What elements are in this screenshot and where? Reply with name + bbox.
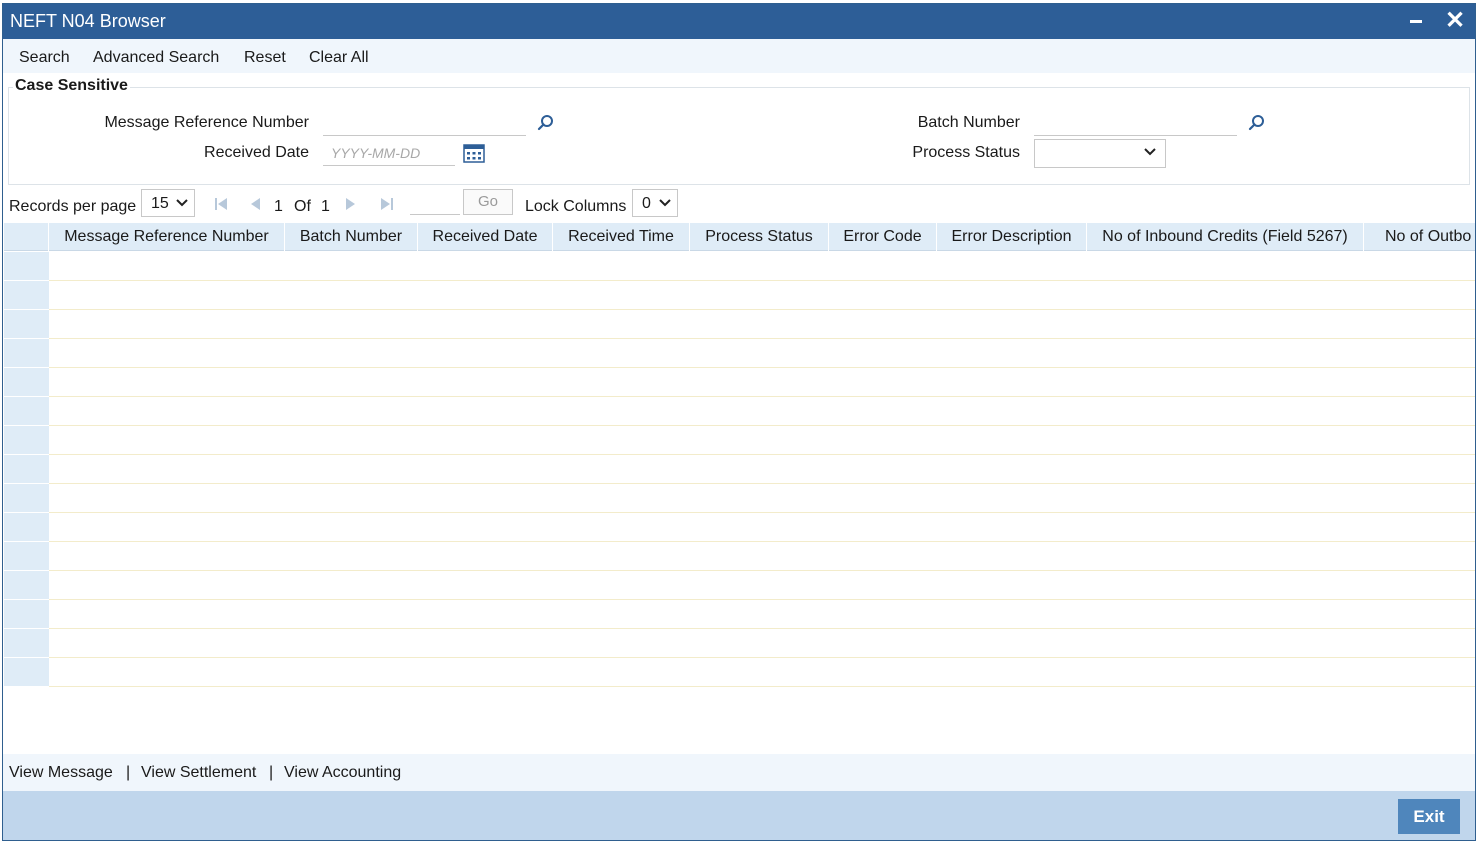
total-pages: 1 [321,198,330,215]
table-row[interactable] [4,513,1475,542]
lock-columns-value: 0 [642,195,651,212]
current-page: 1 [274,198,283,215]
results-grid: Message Reference Number Batch Number Re… [4,223,1475,689]
process-status-select[interactable] [1034,139,1166,168]
row-select-cell[interactable] [4,600,49,629]
first-page-icon[interactable] [214,197,228,211]
received-date-input[interactable] [323,142,455,166]
batch-number-lookup-icon[interactable] [1248,114,1266,132]
row-select-cell[interactable] [4,426,49,455]
records-per-page-value: 15 [151,195,169,212]
chevron-down-icon [659,199,671,207]
view-settlement-link[interactable]: View Settlement [141,764,256,782]
column-header[interactable]: Message Reference Number [49,223,285,251]
column-header[interactable]: Received Time [553,223,690,251]
table-row[interactable] [4,252,1475,281]
neft-n04-browser-window: NEFT N04 Browser ✕ Search Advanced Searc… [2,3,1476,841]
search-criteria-panel [8,87,1470,185]
table-row[interactable] [4,600,1475,629]
action-links-bar: View Message | View Settlement | View Ac… [3,754,1475,791]
process-status-label: Process Status [912,144,1020,161]
table-row[interactable] [4,281,1475,310]
batch-number-input[interactable] [1034,112,1237,136]
table-row[interactable] [4,455,1475,484]
column-header[interactable]: Received Date [418,223,553,251]
column-header[interactable]: No of Outbo [1364,223,1475,251]
chevron-down-icon [176,199,188,207]
link-separator: | [126,764,131,781]
row-select-cell[interactable] [4,484,49,513]
reset-menu-item[interactable]: Reset [244,49,286,67]
table-row[interactable] [4,426,1475,455]
link-separator: | [269,764,274,781]
message-reference-label: Message Reference Number [104,114,309,131]
table-row[interactable] [4,658,1475,687]
lock-columns-label: Lock Columns [525,198,627,215]
table-row[interactable] [4,397,1475,426]
menu-bar: Search Advanced Search Reset Clear All [3,39,1475,73]
go-to-page-input[interactable] [410,190,460,215]
table-row[interactable] [4,571,1475,600]
row-select-cell[interactable] [4,339,49,368]
minimize-icon[interactable] [1410,20,1422,23]
row-select-cell[interactable] [4,281,49,310]
table-row[interactable] [4,542,1475,571]
column-header[interactable]: Error Code [829,223,937,251]
table-row[interactable] [4,629,1475,658]
batch-number-label: Batch Number [917,114,1020,131]
table-row[interactable] [4,484,1475,513]
column-header[interactable]: Process Status [690,223,829,251]
case-sensitive-legend: Case Sensitive [13,77,130,95]
window-title: NEFT N04 Browser [10,11,166,31]
grid-header: Message Reference Number Batch Number Re… [4,223,1475,251]
go-button[interactable]: Go [463,189,513,215]
table-row[interactable] [4,310,1475,339]
table-row[interactable] [4,339,1475,368]
table-row[interactable] [4,368,1475,397]
view-message-link[interactable]: View Message [9,764,113,782]
previous-page-icon[interactable] [249,197,261,211]
row-select-cell[interactable] [4,513,49,542]
select-all-header[interactable] [4,223,49,251]
chevron-down-icon [1144,148,1156,156]
row-select-cell[interactable] [4,629,49,658]
next-page-icon[interactable] [345,197,357,211]
exit-button[interactable]: Exit [1398,799,1460,834]
row-select-cell[interactable] [4,542,49,571]
footer-bar: Exit [3,791,1475,840]
row-select-cell[interactable] [4,658,49,687]
row-select-cell[interactable] [4,571,49,600]
clear-all-menu-item[interactable]: Clear All [309,49,369,67]
records-per-page-select[interactable]: 15 [141,189,195,217]
of-label: Of [294,198,311,215]
row-select-cell[interactable] [4,368,49,397]
calendar-icon[interactable] [463,143,485,163]
search-menu-item[interactable]: Search [19,49,70,67]
row-select-cell[interactable] [4,397,49,426]
close-icon[interactable]: ✕ [1445,8,1465,34]
row-select-cell[interactable] [4,252,49,281]
last-page-icon[interactable] [380,197,394,211]
row-select-cell[interactable] [4,310,49,339]
title-bar: NEFT N04 Browser ✕ [3,4,1475,39]
lock-columns-select[interactable]: 0 [632,189,678,217]
message-reference-lookup-icon[interactable] [537,114,555,132]
column-header[interactable]: Batch Number [285,223,418,251]
column-header[interactable]: No of Inbound Credits (Field 5267) [1087,223,1364,251]
view-accounting-link[interactable]: View Accounting [284,764,401,782]
message-reference-input[interactable] [323,112,526,136]
records-per-page-label: Records per page [9,198,137,215]
received-date-label: Received Date [204,144,309,161]
column-header[interactable]: Error Description [937,223,1087,251]
row-select-cell[interactable] [4,455,49,484]
advanced-search-menu-item[interactable]: Advanced Search [93,49,219,67]
